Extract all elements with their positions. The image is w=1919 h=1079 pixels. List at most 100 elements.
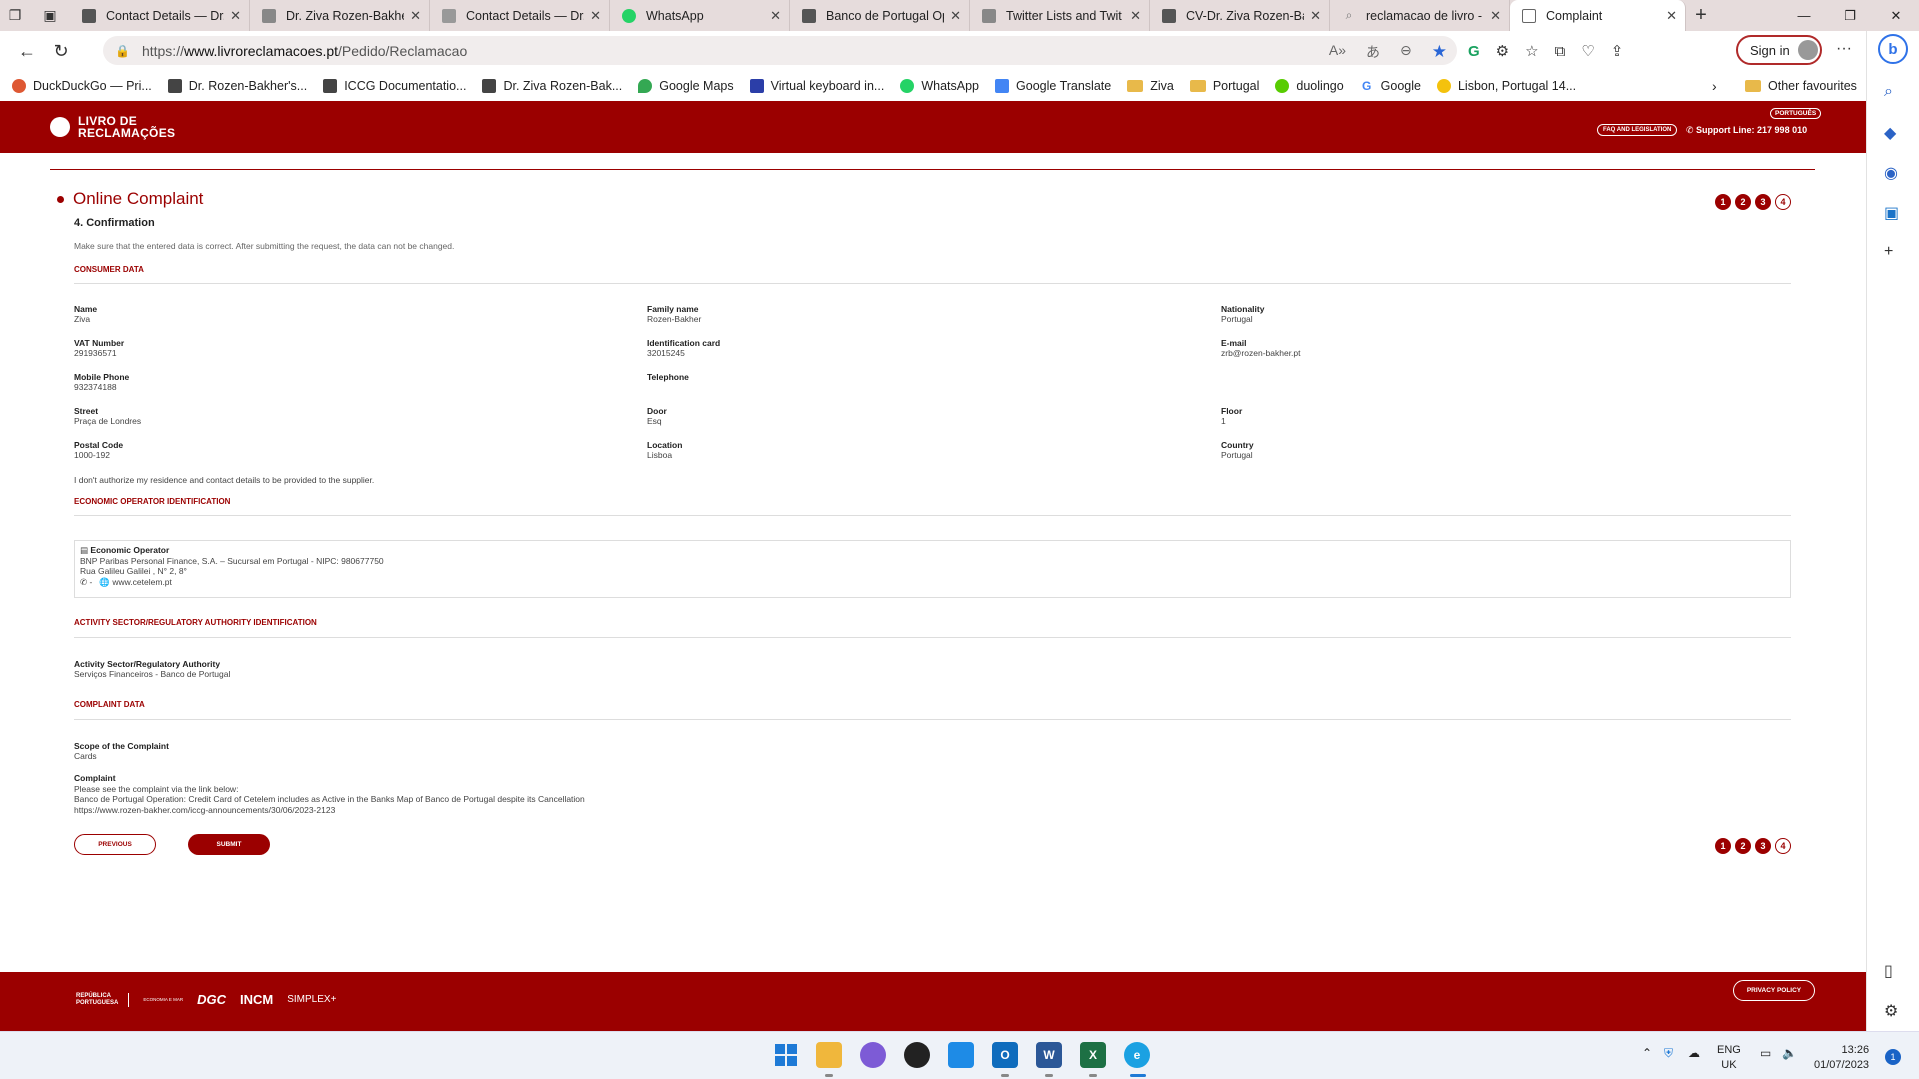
language-button[interactable]: PORTUGUÊS (1770, 108, 1822, 119)
bing-icon[interactable]: b (1878, 34, 1908, 64)
chevron-up-icon[interactable]: ⌃ (1642, 1046, 1652, 1060)
close-tab-icon[interactable]: ✕ (230, 8, 241, 24)
close-tab-icon[interactable]: ✕ (1130, 8, 1141, 24)
restore-icon[interactable]: ❐ (1827, 0, 1873, 31)
fav-google-translate[interactable]: Google Translate (995, 79, 1111, 93)
collections-icon[interactable]: ⧉ (1555, 43, 1566, 60)
tab-whatsapp[interactable]: WhatsApp ✕ (610, 0, 790, 31)
defender-icon[interactable]: ⛨ (1664, 1046, 1673, 1061)
display-icon[interactable]: ▭ (1760, 1046, 1771, 1060)
tools-icon[interactable]: ◉ (1884, 163, 1898, 183)
fav-duckduckgo[interactable]: DuckDuckGo — Pri... (12, 79, 152, 93)
outlook-icon[interactable]: O (992, 1042, 1018, 1068)
excel-icon[interactable]: X (1080, 1042, 1106, 1068)
close-tab-icon[interactable]: ✕ (1310, 8, 1321, 24)
file-explorer-icon[interactable] (816, 1042, 842, 1068)
globe-icon: 🌐 (99, 576, 113, 587)
tab-twitter-lists[interactable]: Twitter Lists and Twit ✕ (970, 0, 1150, 31)
more-icon[interactable]: ··· (1836, 40, 1852, 58)
previous-button[interactable]: PREVIOUS (74, 834, 156, 855)
step-title: 4. Confirmation (74, 217, 155, 229)
favourites-icon[interactable]: ☆ (1525, 42, 1538, 60)
step-3: 3 (1755, 194, 1771, 210)
field-value: 1 (1221, 416, 1226, 426)
refresh-icon[interactable]: ↻ (44, 41, 78, 62)
fav-iccg[interactable]: ICCG Documentatio... (323, 79, 466, 93)
fav-whatsapp[interactable]: WhatsApp (900, 79, 979, 93)
weather-icon (1436, 79, 1451, 93)
close-tab-icon[interactable]: ✕ (1490, 8, 1501, 24)
fav-virtual-keyboard[interactable]: Virtual keyboard in... (749, 79, 885, 93)
privacy-policy-button[interactable]: PRIVACY POLICY (1733, 980, 1815, 1001)
shopping-icon[interactable]: ◆ (1884, 123, 1896, 143)
tab-dr-ziva[interactable]: Dr. Ziva Rozen-Bakhe ✕ (250, 0, 430, 31)
search-icon[interactable]: ⌕ (1884, 83, 1893, 101)
tab-reclamacao-search[interactable]: ⌕ reclamacao de livro - ✕ (1330, 0, 1510, 31)
windows-start-icon[interactable] (773, 1042, 799, 1068)
tab-banco-portugal[interactable]: Banco de Portugal Op ✕ (790, 0, 970, 31)
close-tab-icon[interactable]: ✕ (410, 8, 421, 24)
fav-portugal[interactable]: Portugal (1189, 79, 1259, 93)
word-icon[interactable]: W (1036, 1042, 1062, 1068)
operator-website[interactable]: www.cetelem.pt (112, 577, 172, 587)
share-icon[interactable]: ⇪ (1611, 42, 1624, 60)
read-aloud-icon[interactable]: A» (1329, 42, 1346, 62)
extensions-icon[interactable]: ⚙ (1496, 42, 1509, 60)
field-label: Scope of the Complaint (74, 741, 169, 751)
fav-google-maps[interactable]: Google Maps (638, 79, 734, 93)
workspaces-icon[interactable]: ❐ (0, 0, 30, 31)
fav-dr-ziva[interactable]: Dr. Ziva Rozen-Bak... (482, 79, 622, 93)
zoom-icon[interactable]: ⊖ (1400, 42, 1412, 62)
field-street: Street Praça de Londres (74, 406, 141, 426)
language-indicator[interactable]: ENG UK (1717, 1043, 1741, 1073)
economia-logo: ECONOMIA E MAR (143, 997, 184, 1002)
new-tab-icon[interactable]: + (1686, 4, 1716, 27)
tab-actions-icon[interactable]: ▣ (30, 0, 70, 31)
close-tab-icon[interactable]: ✕ (950, 8, 961, 24)
fav-label: Virtual keyboard in... (770, 79, 885, 93)
favourite-star-icon[interactable]: ★ (1432, 42, 1447, 62)
back-icon[interactable]: ← (10, 41, 44, 62)
tab-complaint[interactable]: Complaint ✕ (1510, 0, 1686, 31)
clock[interactable]: 13:26 01/07/2023 (1814, 1043, 1869, 1073)
performance-icon[interactable]: ♡ (1581, 42, 1594, 60)
store-icon[interactable] (948, 1042, 974, 1068)
translate-icon[interactable]: あ (1366, 42, 1380, 62)
field-value: Lisboa (647, 450, 673, 460)
fav-google[interactable]: G Google (1359, 79, 1421, 93)
notification-badge[interactable]: 1 (1885, 1049, 1901, 1065)
minimize-icon[interactable]: — (1781, 0, 1827, 31)
fav-ziva[interactable]: Ziva (1127, 79, 1174, 93)
field-telephone: Telephone (647, 372, 689, 382)
fav-duolingo[interactable]: duolingo (1275, 79, 1344, 93)
close-tab-icon[interactable]: ✕ (770, 8, 781, 24)
sidebar-toggle-icon[interactable]: ▯ (1884, 961, 1893, 981)
chevron-right-icon[interactable]: › (1712, 78, 1717, 94)
site-logo[interactable]: LIVRO DE RECLAMAÇÕES (50, 115, 175, 139)
close-window-icon[interactable]: ✕ (1873, 0, 1919, 31)
add-icon[interactable]: + (1884, 243, 1893, 261)
submit-button[interactable]: SUBMIT (188, 834, 270, 855)
faq-button[interactable]: FAQ AND LEGISLATION (1597, 124, 1678, 136)
outlook-icon[interactable]: ▣ (1884, 203, 1899, 223)
field-value: 932374188 (74, 382, 117, 392)
fav-label: Google Maps (659, 79, 734, 93)
onedrive-icon[interactable]: ☁ (1688, 1046, 1700, 1060)
close-tab-icon[interactable]: ✕ (1666, 8, 1677, 24)
url-field[interactable]: 🔒 https://www.livroreclamacoes.pt/Pedido… (103, 36, 1457, 65)
close-tab-icon[interactable]: ✕ (590, 8, 601, 24)
obs-icon[interactable] (904, 1042, 930, 1068)
other-favourites[interactable]: Other favourites (1745, 79, 1857, 93)
sign-in-button[interactable]: Sign in (1736, 35, 1822, 65)
grammarly-icon[interactable]: G (1468, 43, 1480, 60)
fav-dr-rozen-bakher[interactable]: Dr. Rozen-Bakher's... (167, 79, 307, 93)
copilot-icon[interactable] (860, 1042, 886, 1068)
volume-icon[interactable]: 🔈 (1782, 1046, 1797, 1060)
fav-lisbon[interactable]: Lisbon, Portugal 14... (1436, 79, 1576, 93)
settings-gear-icon[interactable]: ⚙ (1884, 1001, 1898, 1021)
tab-contact-details-1[interactable]: Contact Details — Dr. ✕ (70, 0, 250, 31)
tab-cv[interactable]: CV-Dr. Ziva Rozen-Ba ✕ (1150, 0, 1330, 31)
edge-icon[interactable]: e (1124, 1042, 1150, 1068)
tab-contact-details-2[interactable]: Contact Details — Dr. ✕ (430, 0, 610, 31)
complaint-link: https://www.rozen-bakher.com/iccg-announ… (74, 804, 336, 815)
